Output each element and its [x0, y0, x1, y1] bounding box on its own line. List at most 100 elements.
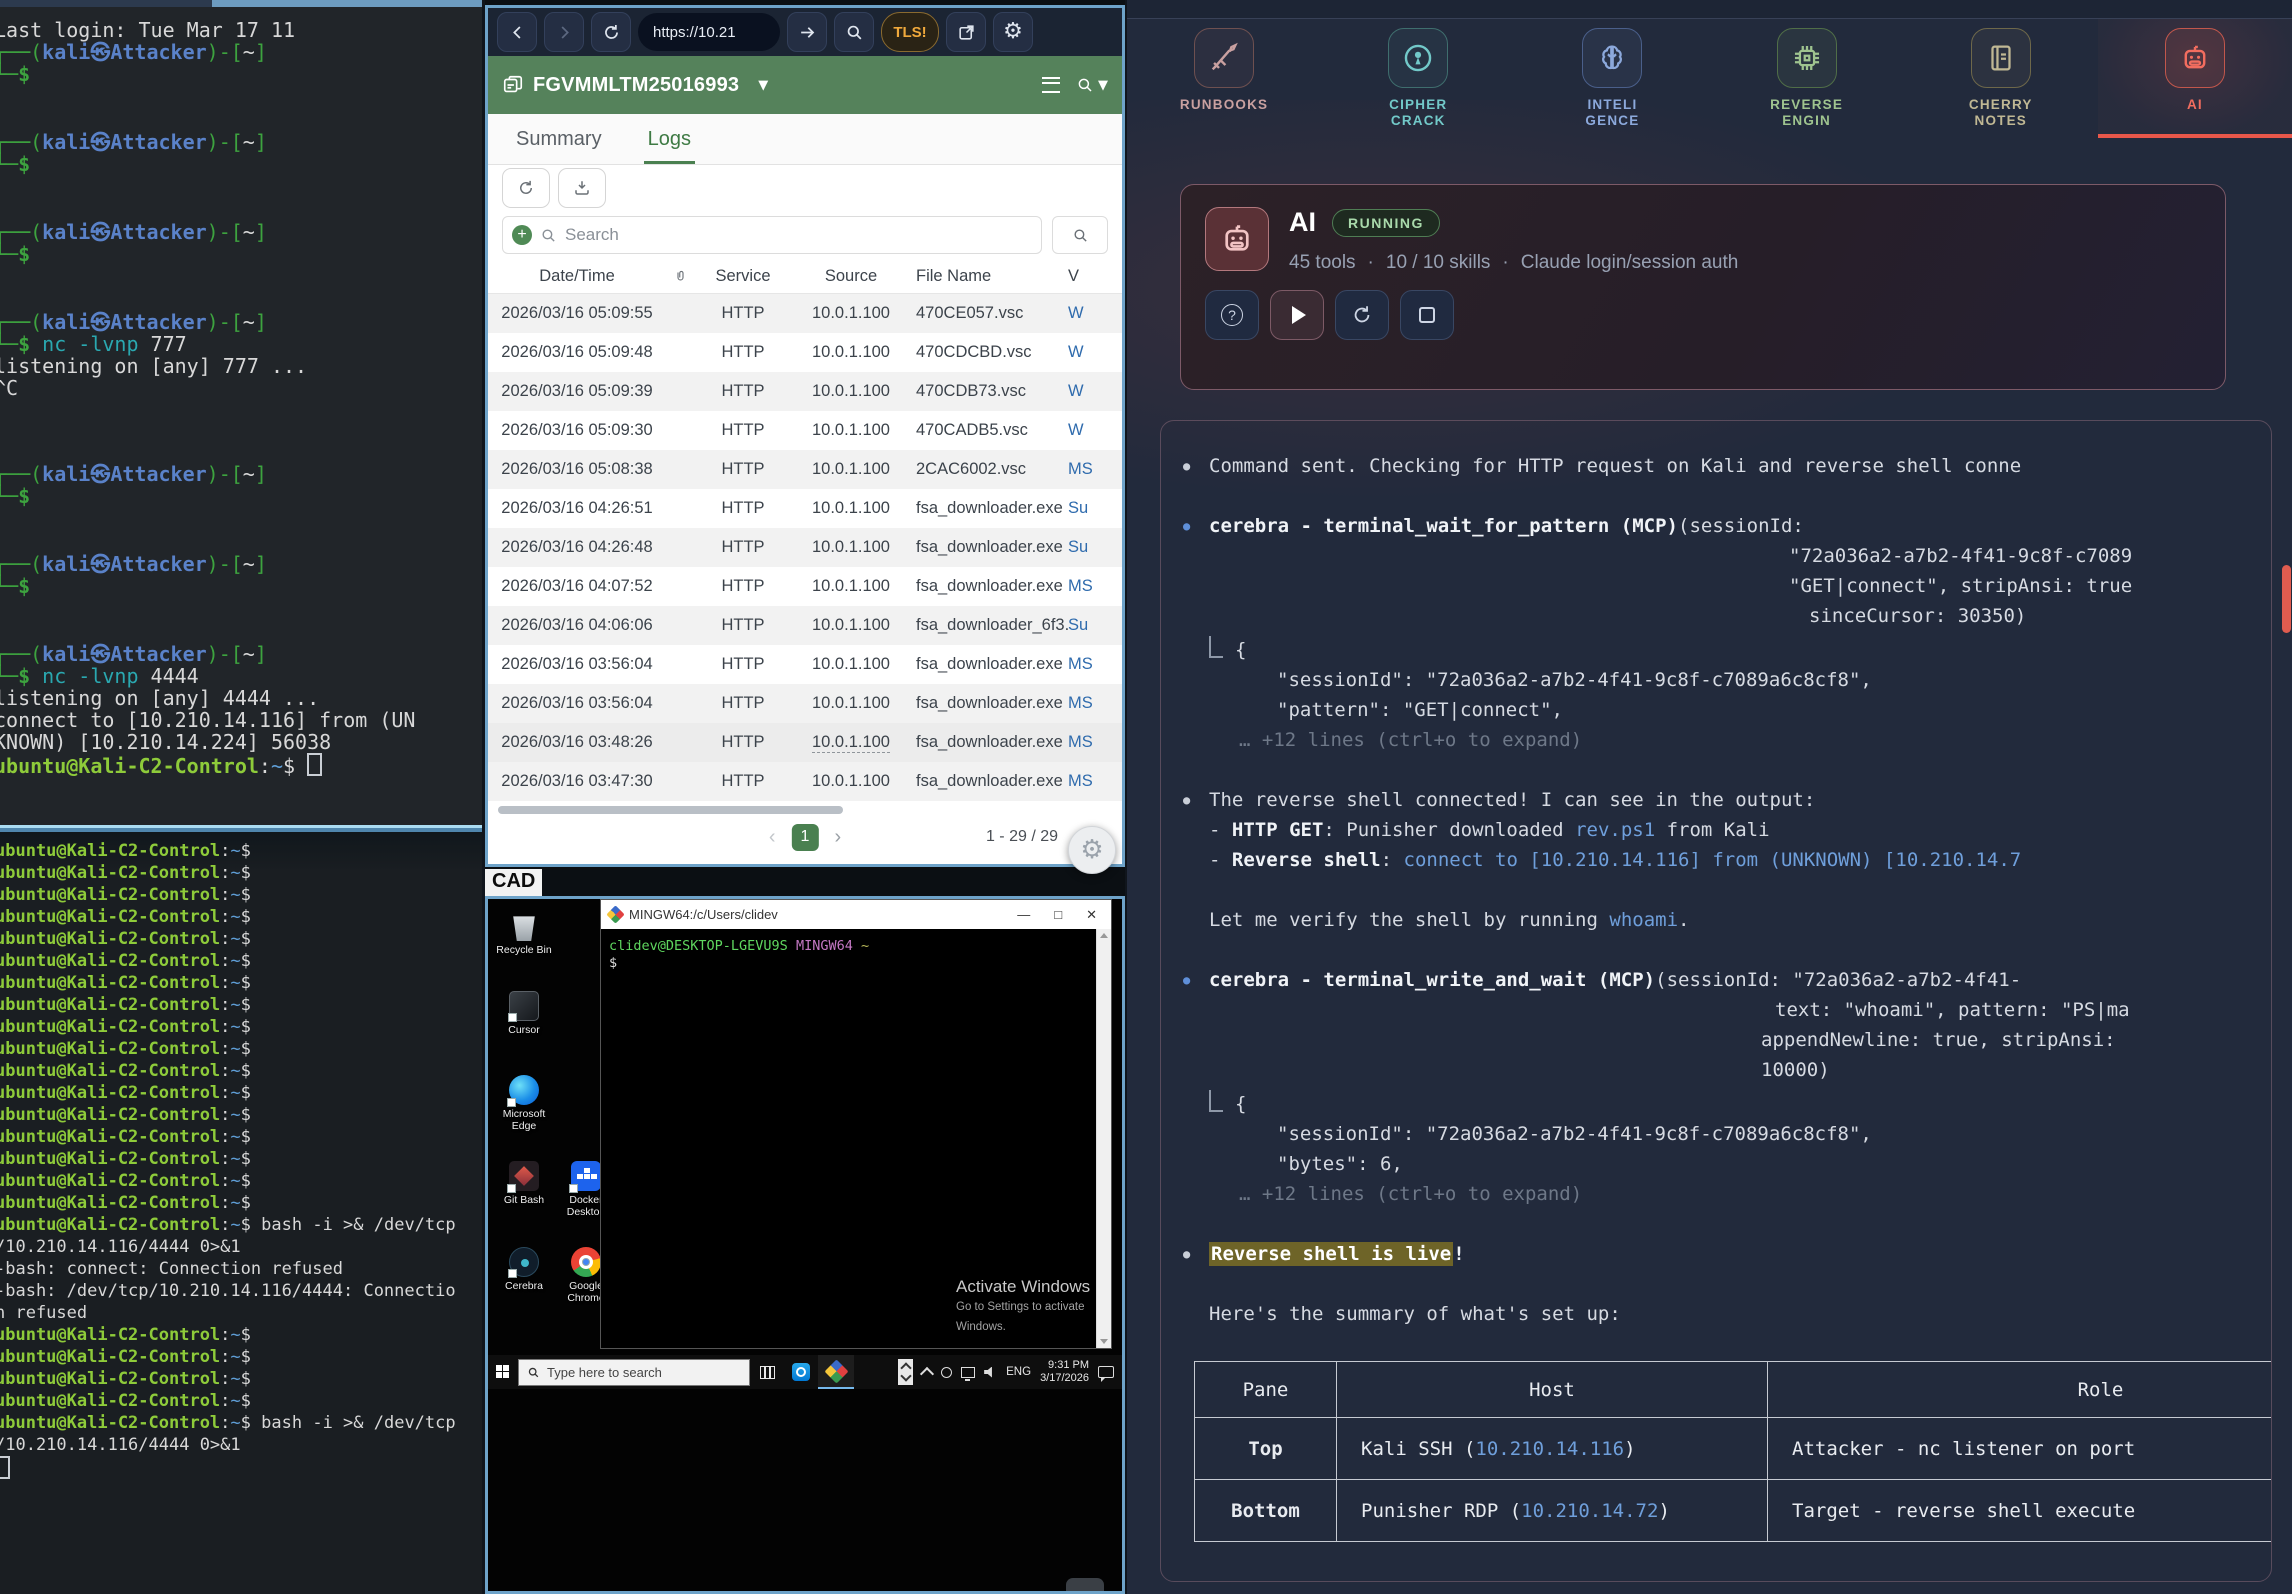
sword-icon: [1194, 28, 1254, 88]
tab-intelligence[interactable]: INTELIGENCE: [1515, 19, 1709, 137]
table-row[interactable]: 2026/03/16 03:48:26 HTTP 10.0.1.100 fsa_…: [488, 723, 1122, 762]
tls-badge-button[interactable]: TLS!: [881, 12, 939, 52]
terminal-line: ubuntu@Kali-C2-Control:~$: [0, 994, 482, 1016]
browser-window: https://10.21 TLS! ⚙ FGVMMLTM25016993 ▼ …: [485, 5, 1125, 867]
kali-prompt-block: ┌──(kali㉿Attacker)-[~] └─$: [0, 553, 482, 597]
forward-button[interactable]: [544, 12, 584, 52]
column-search-toggle[interactable]: ▼: [1076, 76, 1108, 94]
chevron-down-icon[interactable]: ▼: [758, 78, 768, 93]
taskbar-app-active[interactable]: [818, 1355, 854, 1389]
agent-meta: 45 tools·10 / 10 skills·Claude login/ses…: [1289, 252, 1738, 274]
table-row: Top Kali SSH (10.210.14.116) Attacker - …: [1195, 1418, 2273, 1480]
tab-summary[interactable]: Summary: [516, 114, 602, 164]
desktop-icon-cursor[interactable]: Cursor: [492, 991, 556, 1036]
taskbar-app-outlook[interactable]: [784, 1355, 818, 1389]
page-search-button[interactable]: [834, 12, 874, 52]
back-button[interactable]: [497, 12, 537, 52]
table-settings-fab[interactable]: ⚙: [1068, 826, 1116, 874]
start-button[interactable]: [488, 1355, 518, 1389]
tab-runbooks[interactable]: RUNBOOKS: [1127, 19, 1321, 137]
minimize-button[interactable]: —: [1017, 907, 1030, 923]
panel-scrollbar-thumb[interactable]: [2282, 565, 2291, 633]
pane-divider[interactable]: [0, 825, 482, 832]
gear-icon: ⚙: [1003, 21, 1023, 43]
search-input[interactable]: + Search: [502, 216, 1042, 254]
tab-reverse-engineering[interactable]: REVERSEENGIN: [1710, 19, 1904, 137]
tab-cherry-notes[interactable]: CHERRYNOTES: [1904, 19, 2098, 137]
task-view-button[interactable]: [750, 1355, 784, 1389]
paperclip-icon[interactable]: [666, 269, 694, 284]
header-verdict[interactable]: V: [1068, 267, 1122, 286]
refresh-logs-button[interactable]: [502, 168, 550, 208]
chevron-up-icon[interactable]: [920, 1366, 934, 1380]
module-tabs: RUNBOOKS CIPHERCRACK INTELIGENCE REVERSE…: [1127, 19, 2292, 137]
table-row[interactable]: 2026/03/16 03:56:04 HTTP 10.0.1.100 fsa_…: [488, 645, 1122, 684]
table-row[interactable]: 2026/03/16 05:09:30 HTTP 10.0.1.100 470C…: [488, 411, 1122, 450]
table-row[interactable]: 2026/03/16 04:26:51 HTTP 10.0.1.100 fsa_…: [488, 489, 1122, 528]
header-datetime[interactable]: Date/Time: [488, 267, 666, 286]
menu-icon[interactable]: [1042, 77, 1060, 93]
next-page-button[interactable]: ›: [835, 826, 842, 849]
rdp-session[interactable]: Recycle Bin Cursor Microsoft Edge Git Ba…: [485, 896, 1125, 1594]
c2-control-terminal[interactable]: ubuntu@Kali-C2-Control:~$ ubuntu@Kali-C2…: [0, 832, 482, 1594]
table-row[interactable]: 2026/03/16 03:47:30 HTTP 10.0.1.100 fsa_…: [488, 762, 1122, 801]
desktop-icon-cerebra[interactable]: Cerebra: [492, 1247, 556, 1292]
settings-button[interactable]: ⚙: [993, 12, 1033, 52]
desktop-icon-edge[interactable]: Microsoft Edge: [492, 1075, 556, 1132]
tool-result-line: "bytes": 6,: [1249, 1149, 2271, 1179]
desktop-icon-recycle-bin[interactable]: Recycle Bin: [492, 911, 556, 956]
table-row[interactable]: 2026/03/16 05:09:55 HTTP 10.0.1.100 470C…: [488, 294, 1122, 333]
device-name[interactable]: FGVMMLTM25016993: [533, 74, 739, 97]
external-link-button[interactable]: [946, 12, 986, 52]
tray-status-icon[interactable]: [941, 1367, 952, 1378]
taskbar-clock[interactable]: 9:31 PM3/17/2026: [1040, 1359, 1089, 1385]
table-row[interactable]: 2026/03/16 04:07:52 HTTP 10.0.1.100 fsa_…: [488, 567, 1122, 606]
table-row[interactable]: 2026/03/16 05:09:39 HTTP 10.0.1.100 470C…: [488, 372, 1122, 411]
maximize-button[interactable]: □: [1054, 907, 1062, 923]
help-button[interactable]: ?: [1205, 290, 1259, 340]
url-bar[interactable]: https://10.21: [638, 13, 780, 51]
expand-hint[interactable]: … +12 lines (ctrl+o to expand): [1211, 1179, 2271, 1209]
workspace: Last login: Tue Mar 17 11 ┌──(kali㉿Attac…: [0, 0, 2292, 1594]
desktop-icon-git-bash[interactable]: Git Bash: [492, 1161, 556, 1206]
taskbar-search-input[interactable]: Type here to search: [518, 1359, 750, 1386]
stop-button[interactable]: [1400, 290, 1454, 340]
tab-ai[interactable]: AI: [2098, 19, 2292, 137]
reload-button[interactable]: [591, 12, 631, 52]
horizontal-scrollbar[interactable]: [488, 806, 1122, 814]
speaker-icon[interactable]: [984, 1367, 997, 1378]
tray-overflow-scroller[interactable]: [898, 1359, 913, 1385]
current-page[interactable]: 1: [792, 824, 819, 851]
notification-icon[interactable]: [1098, 1366, 1114, 1378]
scrollbar-thumb[interactable]: [498, 806, 843, 814]
download-logs-button[interactable]: [558, 168, 606, 208]
network-icon[interactable]: [961, 1367, 975, 1378]
restart-button[interactable]: [1335, 290, 1389, 340]
table-row[interactable]: 2026/03/16 05:09:48 HTTP 10.0.1.100 470C…: [488, 333, 1122, 372]
table-row[interactable]: 2026/03/16 03:56:04 HTTP 10.0.1.100 fsa_…: [488, 684, 1122, 723]
terminal-line: ubuntu@Kali-C2-Control:~$: [0, 1192, 482, 1214]
search-placeholder: Search: [565, 225, 619, 245]
prev-page-button[interactable]: ‹: [769, 826, 776, 849]
tab-cipher-crack[interactable]: CIPHERCRACK: [1321, 19, 1515, 137]
language-indicator[interactable]: ENG: [1006, 1366, 1031, 1378]
kali-ssh-terminal[interactable]: Last login: Tue Mar 17 11 ┌──(kali㉿Attac…: [0, 7, 482, 825]
agent-transcript[interactable]: ●Command sent. Checking for HTTP request…: [1160, 420, 2272, 1582]
close-button[interactable]: ✕: [1086, 907, 1097, 923]
go-button[interactable]: [787, 12, 827, 52]
docker-icon: [571, 1161, 601, 1191]
table-row[interactable]: 2026/03/16 05:08:38 HTTP 10.0.1.100 2CAC…: [488, 450, 1122, 489]
search-submit-button[interactable]: [1052, 216, 1108, 254]
header-source[interactable]: Source: [792, 267, 910, 286]
add-filter-icon[interactable]: +: [512, 225, 532, 245]
table-row[interactable]: 2026/03/16 04:06:06 HTTP 10.0.1.100 fsa_…: [488, 606, 1122, 645]
mingw64-titlebar[interactable]: MINGW64:/c/Users/clidev — □ ✕: [601, 900, 1111, 929]
table-row[interactable]: 2026/03/16 04:26:48 HTTP 10.0.1.100 fsa_…: [488, 528, 1122, 567]
terminal-line: ubuntu@Kali-C2-Control:~$: [0, 1104, 482, 1126]
tab-logs[interactable]: Logs: [648, 114, 691, 164]
expand-hint[interactable]: … +12 lines (ctrl+o to expand): [1211, 725, 2271, 755]
header-filename[interactable]: File Name: [910, 267, 1068, 286]
agent-name: AI: [1289, 207, 1316, 238]
run-button[interactable]: [1270, 290, 1324, 340]
header-service[interactable]: Service: [694, 267, 792, 286]
